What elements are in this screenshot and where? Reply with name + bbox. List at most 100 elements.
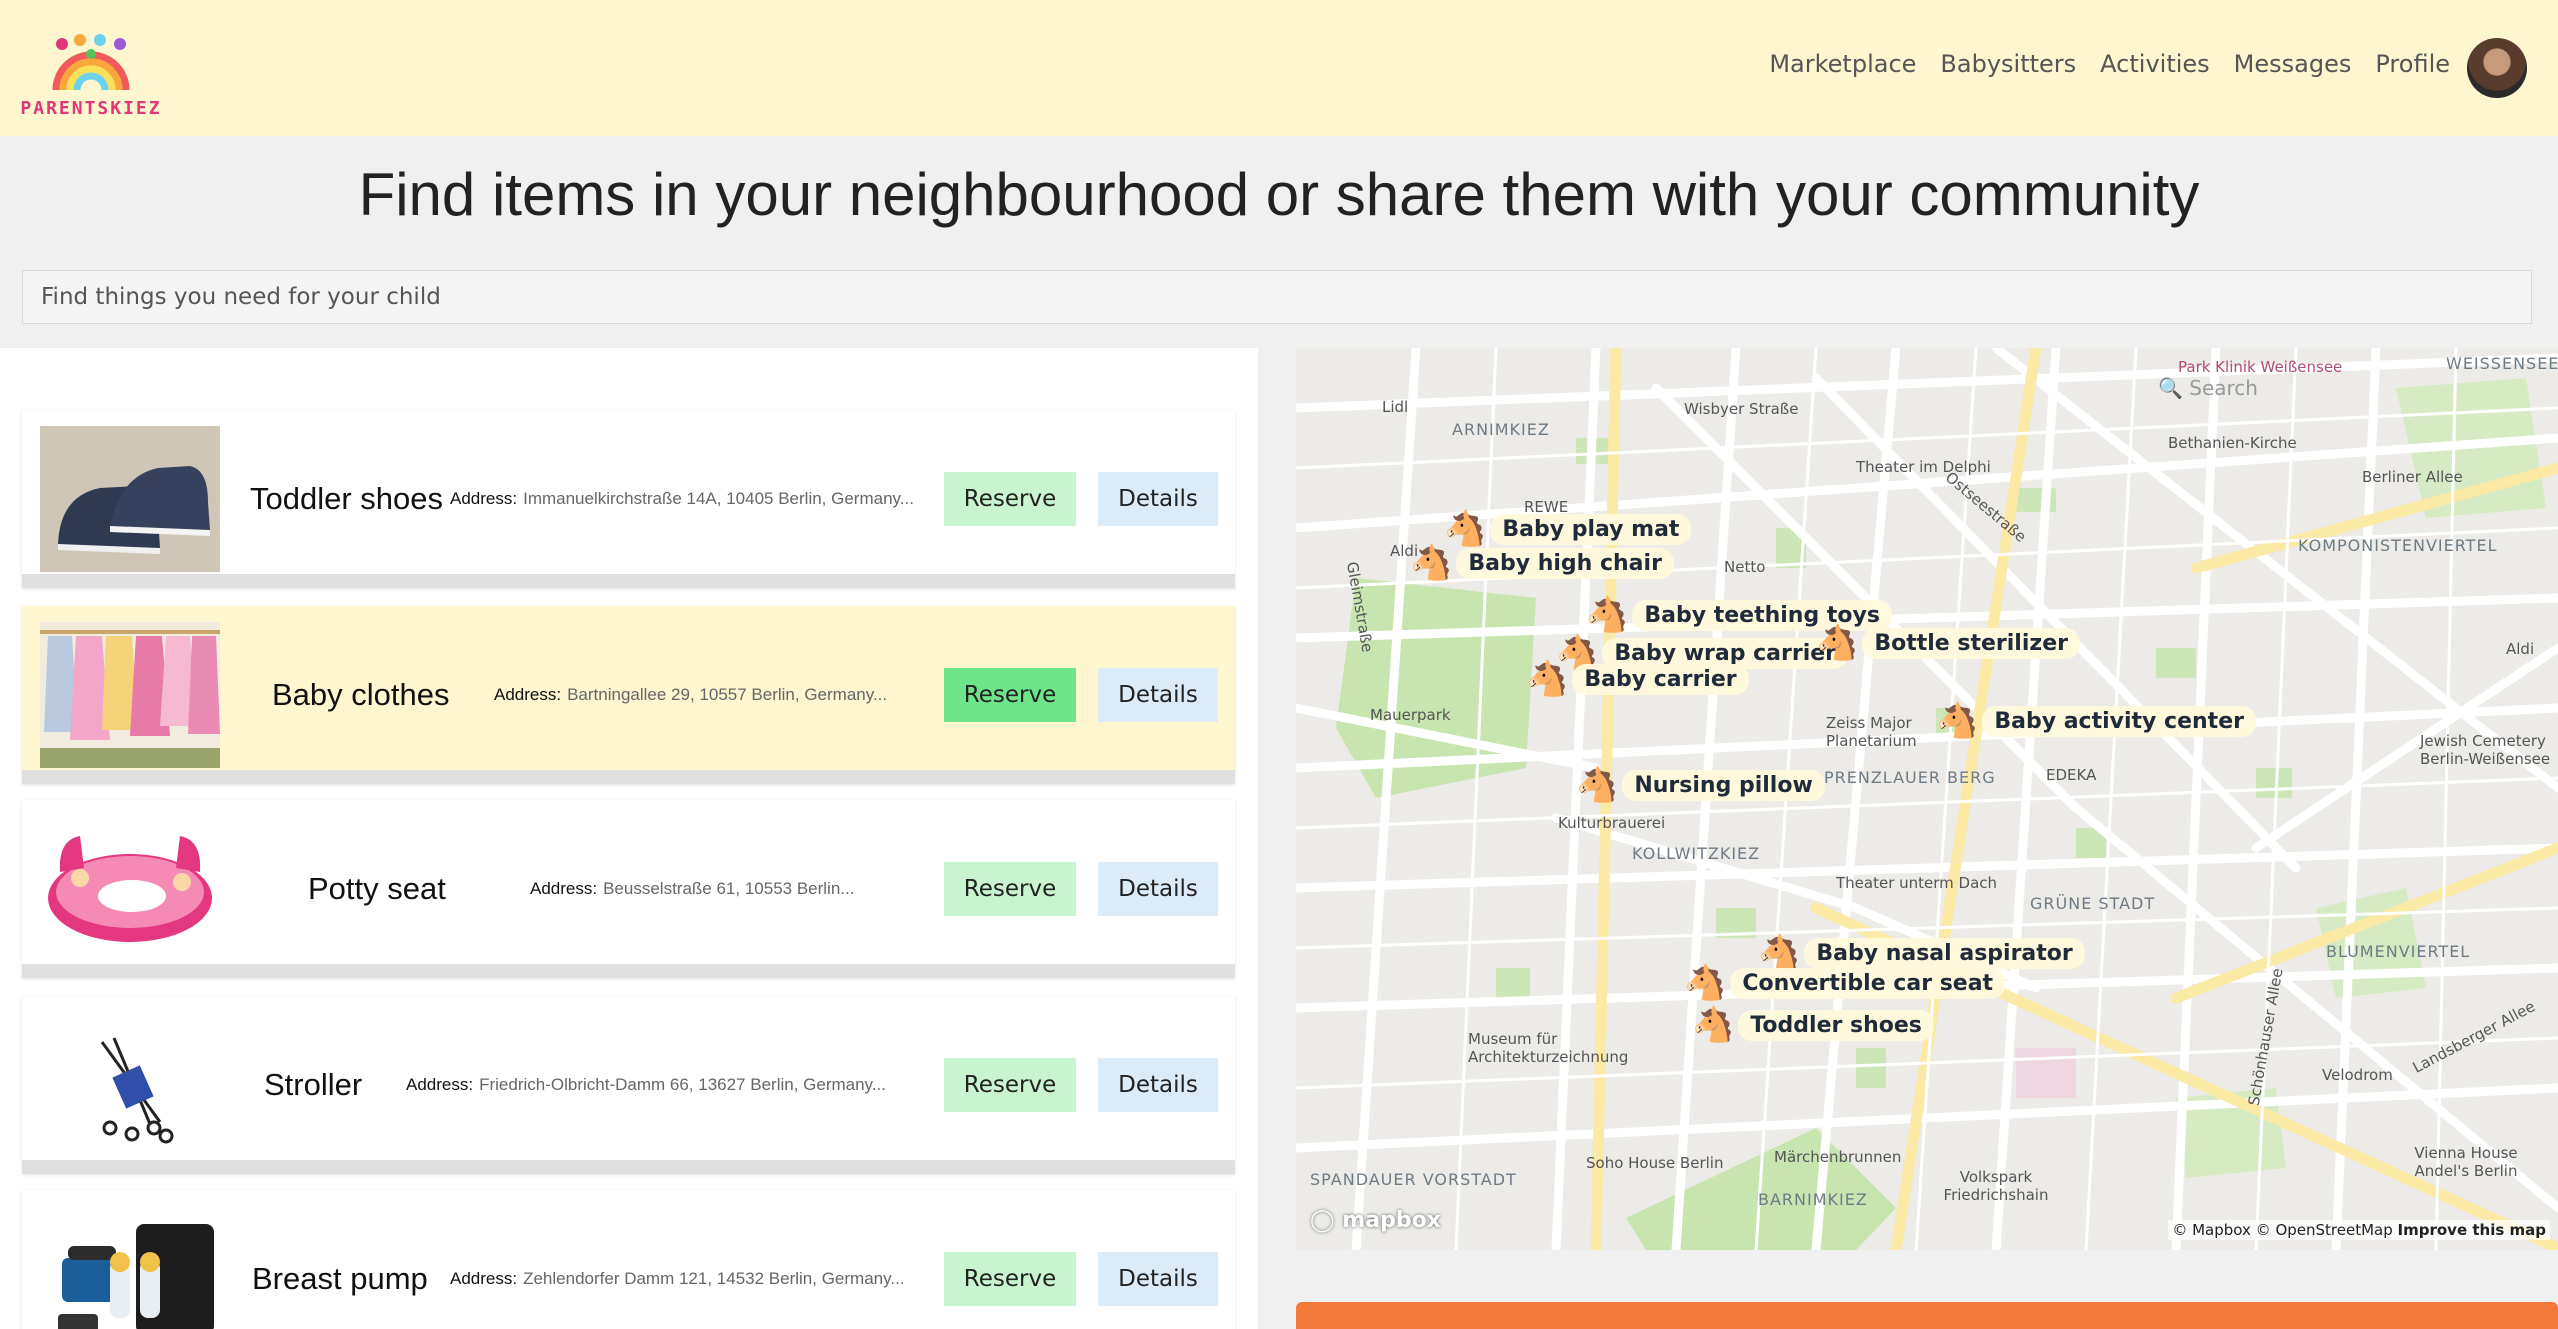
map-label: Kulturbrauerei <box>1558 814 1666 832</box>
navbar: PARENTSKIEZ Marketplace Babysitters Acti… <box>0 0 2558 136</box>
map-marker[interactable]: 🐴 Convertible car seat <box>1684 963 2006 1003</box>
item-name: Baby clothes <box>272 677 450 712</box>
rocking-horse-icon: 🐴 <box>1692 1005 1735 1045</box>
item-card: Toddler shoes Address: Immanuelkirchstra… <box>22 410 1235 588</box>
nav-messages[interactable]: Messages <box>2234 50 2352 78</box>
map-label: GRÜNE STADT <box>2030 894 2156 913</box>
map-label: BLUMENVIERTEL <box>2326 942 2471 961</box>
map-label: EDEKA <box>2046 766 2097 784</box>
map-label: BARNIMKIEZ <box>1758 1190 1868 1209</box>
stroller-image <box>100 1037 174 1144</box>
attribution-mapbox[interactable]: © Mapbox <box>2172 1221 2251 1239</box>
address-label: Address: <box>406 1075 474 1094</box>
nav-babysitters[interactable]: Babysitters <box>1940 50 2076 78</box>
rocking-horse-icon: 🐴 <box>1936 701 1979 741</box>
brand-logo[interactable]: PARENTSKIEZ <box>18 32 164 120</box>
map-marker[interactable]: 🐴 Baby high chair <box>1410 546 1674 580</box>
address-value: Beusselstraße 61, 10553 Berlin... <box>603 879 855 898</box>
map-label: Zeiss Major Planetarium <box>1826 714 1917 750</box>
address-label: Address: <box>530 879 598 898</box>
address-value: Immanuelkirchstraße 14A, 10405 Berlin, G… <box>523 489 914 508</box>
brand-name: PARENTSKIEZ <box>20 98 162 119</box>
map-label: Wisbyer Straße <box>1684 400 1799 418</box>
item-address: Address: Beusselstraße 61, 10553 Berlin.… <box>530 800 854 978</box>
details-button[interactable]: Details <box>1098 862 1218 916</box>
address-label: Address: <box>450 489 518 508</box>
map-label: Märchenbrunnen <box>1774 1148 1902 1166</box>
items-list[interactable]: Toddler shoes Address: Immanuelkirchstra… <box>0 348 1258 1329</box>
nav-profile[interactable]: Profile <box>2375 50 2450 78</box>
improve-map-link[interactable]: Improve this map <box>2398 1221 2546 1239</box>
map-label: Berliner Allee <box>2362 468 2463 486</box>
map-label: Netto <box>1724 558 1766 576</box>
details-button[interactable]: Details <box>1098 472 1218 526</box>
avatar[interactable] <box>2467 38 2527 98</box>
address-label: Address: <box>494 685 562 704</box>
cta-button[interactable] <box>1296 1302 2558 1329</box>
mapbox-logo[interactable]: ◯ mapbox <box>1310 1208 1441 1233</box>
search-input[interactable] <box>22 270 2532 324</box>
item-card: Baby clothes Address: Bartningallee 29, … <box>22 606 1235 784</box>
map-label: Theater im Delphi <box>1856 458 1991 476</box>
marker-label: Convertible car seat <box>1730 967 2006 999</box>
item-address: Address: Zehlendorfer Damm 121, 14532 Be… <box>450 1190 905 1329</box>
map-search[interactable]: 🔍 Search <box>2158 376 2258 400</box>
map-label: Jewish Cemetery Berlin-Weißensee <box>2420 732 2551 768</box>
item-name: Stroller <box>264 1067 363 1102</box>
breast-pump-image <box>58 1224 214 1329</box>
map-label: KOLLWITZKIEZ <box>1632 844 1761 863</box>
map-marker[interactable]: 🐴 Baby nasal aspirator <box>1758 936 2085 970</box>
nav-activities[interactable]: Activities <box>2100 50 2210 78</box>
map-marker[interactable]: 🐴 Toddler shoes <box>1692 1008 1934 1042</box>
reserve-button[interactable]: Reserve <box>944 472 1076 526</box>
address-value: Bartningallee 29, 10557 Berlin, Germany.… <box>567 685 888 704</box>
rocking-horse-icon: 🐴 <box>1758 933 1801 973</box>
rocking-horse-icon: 🐴 <box>1410 543 1453 583</box>
rocking-horse-icon: 🐴 <box>1586 595 1629 635</box>
item-thumbnail <box>40 1012 220 1158</box>
marker-label: Baby high chair <box>1456 547 1674 579</box>
details-button[interactable]: Details <box>1098 1058 1218 1112</box>
map-marker[interactable]: 🐴 Baby carrier <box>1526 662 1749 696</box>
map-label: KOMPONISTENVIERTEL <box>2298 536 2498 555</box>
map-label: Aldi <box>2506 640 2535 658</box>
map-label: Park Klinik Weißensee <box>2178 358 2343 376</box>
rocking-horse-icon: 🐴 <box>1816 623 1859 663</box>
map-marker[interactable]: 🐴 Baby activity center <box>1936 704 2256 738</box>
item-name: Toddler shoes <box>250 481 444 516</box>
item-card: Potty seat Address: Beusselstraße 61, 10… <box>22 800 1235 978</box>
map-label: Mauerpark <box>1370 706 1451 724</box>
reserve-button[interactable]: Reserve <box>944 862 1076 916</box>
item-thumbnail <box>40 426 220 572</box>
item-thumbnail <box>40 816 220 962</box>
map-marker[interactable]: 🐴 Bottle sterilizer <box>1816 626 2080 660</box>
rocking-horse-icon: 🐴 <box>1684 963 1727 1003</box>
rocking-horse-icon: 🐴 <box>1526 659 1569 699</box>
attribution-osm[interactable]: © OpenStreetMap <box>2256 1221 2393 1239</box>
map-label: Bethanien-Kirche <box>2168 434 2297 452</box>
details-button[interactable]: Details <box>1098 1252 1218 1306</box>
map-search-placeholder: Search <box>2189 376 2258 400</box>
rocking-horse-icon: 🐴 <box>1444 509 1487 549</box>
map-label: Vienna House Andel's Berlin <box>2414 1144 2518 1180</box>
shoes-image <box>40 426 220 572</box>
map-marker[interactable]: 🐴 Nursing pillow <box>1576 768 1825 802</box>
marker-label: Bottle sterilizer <box>1862 627 2080 659</box>
item-card: Stroller Address: Friedrich-Olbricht-Dam… <box>22 996 1235 1174</box>
nav-marketplace[interactable]: Marketplace <box>1769 50 1916 78</box>
map[interactable]: ARNIMKIEZ WEISSENSEE KOMPONISTENVIERTEL … <box>1296 348 2558 1250</box>
reserve-button[interactable]: Reserve <box>944 1252 1076 1306</box>
reserve-button[interactable]: Reserve <box>944 1058 1076 1112</box>
details-button[interactable]: Details <box>1098 668 1218 722</box>
map-label: Lidl <box>1382 398 1409 416</box>
map-marker[interactable]: 🐴 Baby play mat <box>1444 509 1692 549</box>
map-label: Museum für Architekturzeichnung <box>1468 1030 1629 1066</box>
reserve-button[interactable]: Reserve <box>944 668 1076 722</box>
marker-label: Baby nasal aspirator <box>1804 937 2085 969</box>
map-label: WEISSENSEE <box>2446 354 2558 373</box>
map-label: Soho House Berlin <box>1586 1154 1724 1172</box>
item-address: Address: Bartningallee 29, 10557 Berlin,… <box>494 606 887 784</box>
mapbox-logo-icon: ◯ <box>1310 1208 1335 1233</box>
address-label: Address: <box>450 1269 518 1288</box>
item-thumbnail <box>40 1206 220 1329</box>
